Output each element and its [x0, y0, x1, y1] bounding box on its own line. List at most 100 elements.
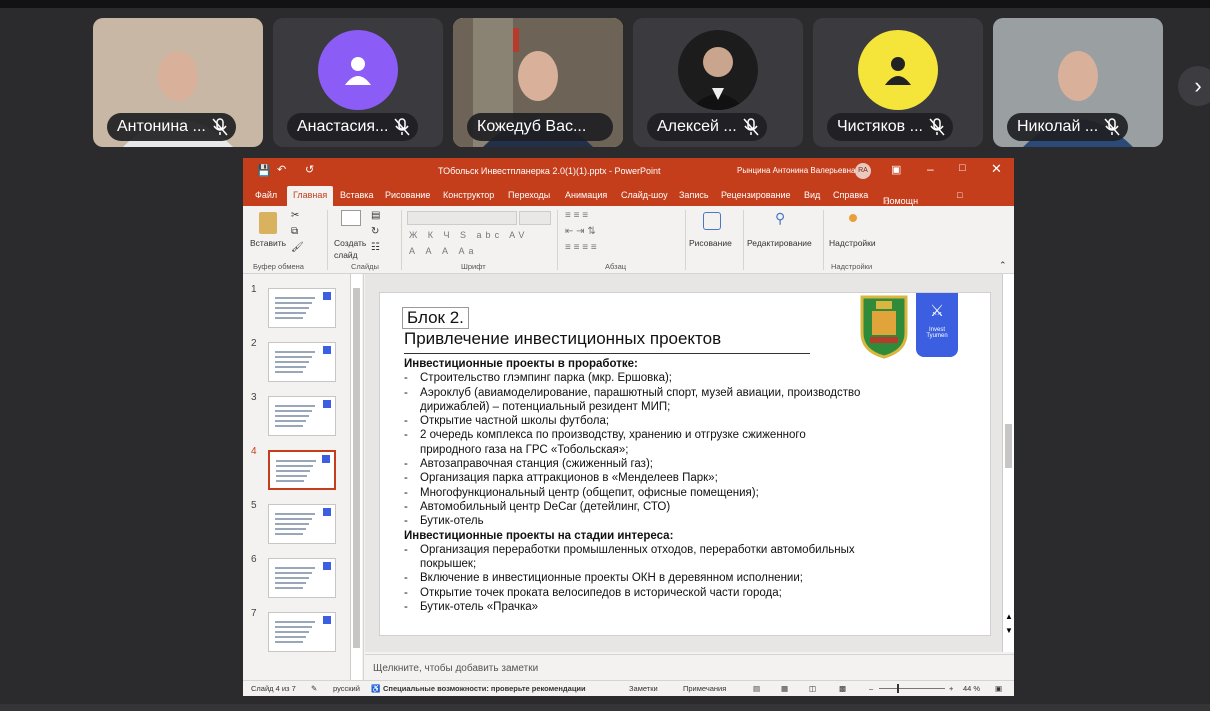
thumb-text-line: [275, 425, 303, 427]
avatar[interactable]: RA: [855, 163, 871, 179]
scroll-thumb[interactable]: [353, 288, 360, 648]
thumb-text-line: [275, 410, 312, 412]
comments-button[interactable]: Примечания: [683, 684, 726, 693]
thumb-text-line: [275, 533, 303, 535]
participant-tile[interactable]: Анастасия...: [273, 18, 443, 147]
slide-thumbnail[interactable]: [268, 450, 336, 490]
zoom-out-icon[interactable]: –: [869, 684, 873, 693]
sorter-view-icon[interactable]: ▦: [781, 684, 788, 693]
list-item: Автомобильный центр DeCar (детейлинг, СТ…: [404, 500, 864, 515]
collapse-ribbon-icon[interactable]: ⌃: [999, 260, 1007, 271]
participant-tile[interactable]: Алексей ...: [633, 18, 803, 147]
accessibility-icon[interactable]: ♿: [371, 684, 380, 693]
zoom-slider-thumb[interactable]: [897, 684, 899, 693]
undo-icon[interactable]: ↶: [277, 163, 286, 176]
tab-6[interactable]: Анимация: [565, 190, 607, 200]
comments-icon[interactable]: □: [957, 190, 962, 200]
participant-name: Кожедуб Вас...: [467, 113, 613, 141]
account-name[interactable]: Рынцина Антонина Валерьевна: [737, 166, 855, 175]
ribbon-separator: [743, 210, 744, 270]
next-participants-button[interactable]: ›: [1178, 66, 1210, 106]
redo-icon[interactable]: ↺: [305, 163, 314, 176]
copy-icon[interactable]: ⧉: [291, 226, 298, 237]
thumb-text-line: [275, 420, 306, 422]
slide-canvas[interactable]: Блок 2. Привлечение инвестиционных проек…: [379, 292, 991, 636]
new-slide-button[interactable]: Создать слайд: [331, 210, 371, 260]
participant-tile[interactable]: Кожедуб Вас...: [453, 18, 623, 147]
cut-icon[interactable]: ✂: [291, 210, 299, 221]
paste-button[interactable]: Вставить: [250, 212, 286, 258]
tab-8[interactable]: Запись: [679, 190, 709, 200]
ribbon: Вставить ✂ ⧉ 🖌 Буфер обмена Создать слай…: [243, 206, 1014, 274]
section-icon[interactable]: ☷: [371, 242, 380, 253]
thumb-text-line: [275, 518, 312, 520]
font-color-icons[interactable]: А А А Aa: [409, 246, 478, 256]
tab-9[interactable]: Рецензирование: [721, 190, 791, 200]
tab-7[interactable]: Слайд-шоу: [621, 190, 668, 200]
tab-5[interactable]: Переходы: [508, 190, 550, 200]
font-format-icons[interactable]: Ж К Ч S abc AV: [409, 230, 528, 240]
drawing-button[interactable]: Рисование: [689, 210, 737, 260]
normal-view-icon[interactable]: ▤: [753, 684, 760, 693]
close-icon[interactable]: ✕: [991, 161, 1002, 177]
zoom-level[interactable]: 44 %: [963, 684, 980, 693]
maximize-icon[interactable]: □: [959, 162, 966, 174]
slide-thumbnail[interactable]: [268, 396, 336, 436]
editing-button[interactable]: ⚲ Редактирование: [747, 210, 817, 260]
reading-view-icon[interactable]: ◫: [809, 684, 816, 693]
slide-thumbnail[interactable]: [268, 504, 336, 544]
tab-3[interactable]: Рисование: [385, 190, 430, 200]
layout-icon[interactable]: ▤: [371, 210, 380, 221]
group-slides-label: Слайды: [351, 262, 379, 271]
reset-icon[interactable]: ↻: [371, 226, 379, 237]
slide-body[interactable]: Инвестиционные проекты в проработке:Стро…: [404, 357, 864, 615]
language-label[interactable]: русский: [333, 684, 360, 693]
tab-1[interactable]: Главная: [287, 186, 334, 206]
minimize-icon[interactable]: –: [927, 162, 934, 176]
prev-slide-icon[interactable]: ▲: [1005, 612, 1013, 621]
zoom-slider[interactable]: [879, 684, 945, 693]
tab-4[interactable]: Конструктор: [443, 190, 494, 200]
indent-icon[interactable]: ⇤ ⇥ ⇅: [565, 226, 596, 237]
thumb-text-line: [275, 626, 312, 628]
zoom-in-icon[interactable]: +: [949, 684, 953, 693]
font-name-box[interactable]: [407, 211, 517, 225]
thumbnails-scrollbar[interactable]: [350, 274, 362, 680]
slide-thumbnail[interactable]: [268, 288, 336, 328]
mic-muted-icon: [1104, 118, 1120, 136]
participant-tile[interactable]: Антонина ...: [93, 18, 263, 147]
slide-scrollbar[interactable]: ▲ ▼: [1002, 274, 1014, 652]
tab-2[interactable]: Вставка: [340, 190, 373, 200]
bullets-icon[interactable]: ≡ ≡ ≡: [565, 210, 588, 221]
fit-slide-icon[interactable]: ▣: [995, 684, 1002, 693]
scroll-thumb[interactable]: [1005, 424, 1012, 468]
slide-thumbnail[interactable]: [268, 612, 336, 652]
tab-10[interactable]: Вид: [804, 190, 820, 200]
accessibility-status[interactable]: Специальные возможности: проверьте реком…: [383, 684, 586, 693]
ribbon-display-icon[interactable]: ▣: [891, 163, 901, 176]
participant-tile[interactable]: Николай ...: [993, 18, 1163, 147]
thumb-logo: [323, 508, 331, 516]
next-slide-icon[interactable]: ▼: [1005, 626, 1013, 635]
notes-button[interactable]: Заметки: [629, 684, 658, 693]
clipboard-icon: [259, 212, 277, 234]
slideshow-view-icon[interactable]: ▩: [839, 684, 846, 693]
slide-heading[interactable]: Привлечение инвестиционных проектов: [404, 329, 721, 349]
slide-block-label[interactable]: Блок 2.: [402, 307, 469, 329]
tab-0[interactable]: Файл: [255, 190, 277, 200]
slide-thumbnail[interactable]: [268, 342, 336, 382]
addins-button[interactable]: Надстройки: [827, 210, 883, 260]
participant-tile[interactable]: Чистяков ...: [813, 18, 983, 147]
save-icon[interactable]: 💾: [257, 164, 271, 177]
tab-11[interactable]: Справка: [833, 190, 868, 200]
align-icon[interactable]: ≡ ≡ ≡ ≡: [565, 242, 597, 253]
font-size-box[interactable]: [519, 211, 551, 225]
list-item: Автозаправочная станция (сжиженный газ);: [404, 457, 864, 472]
thumb-text-line: [275, 312, 306, 314]
slide-thumbnail[interactable]: [268, 558, 336, 598]
notes-placeholder[interactable]: Щелкните, чтобы добавить заметки: [373, 663, 538, 674]
notes-pane[interactable]: Щелкните, чтобы добавить заметки: [365, 654, 1014, 680]
format-painter-icon[interactable]: 🖌: [291, 242, 304, 253]
spellcheck-icon[interactable]: ✎: [311, 684, 317, 693]
slide-number: 3: [251, 392, 257, 403]
